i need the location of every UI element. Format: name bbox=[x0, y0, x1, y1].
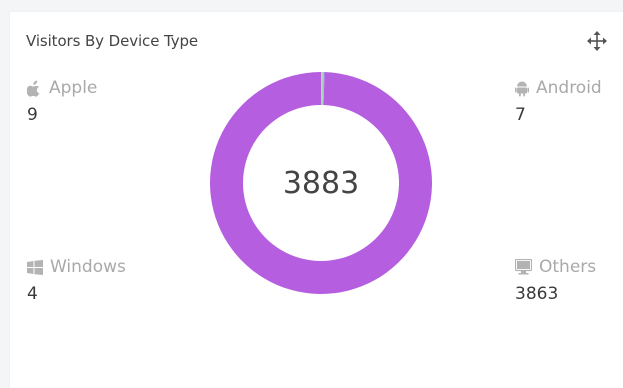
metric-android-label-row: Android bbox=[515, 78, 602, 98]
metric-others: Others 3863 bbox=[515, 257, 596, 304]
metric-apple-label-row: Apple bbox=[27, 78, 97, 98]
metric-android-value: 7 bbox=[515, 105, 526, 125]
device-donut-chart bbox=[210, 72, 432, 294]
apple-icon bbox=[27, 80, 40, 97]
metric-windows-value: 4 bbox=[27, 284, 38, 304]
metric-others-label: Others bbox=[539, 257, 597, 277]
metric-apple: Apple 9 bbox=[27, 78, 97, 125]
metric-apple-value: 9 bbox=[27, 105, 38, 125]
metric-apple-label: Apple bbox=[49, 78, 98, 98]
monitor-icon bbox=[515, 259, 532, 275]
metric-windows-label: Windows bbox=[50, 257, 126, 277]
windows-icon bbox=[27, 259, 43, 275]
visitors-by-device-card: Visitors By Device Type Apple 9 Android … bbox=[10, 12, 623, 388]
metric-android: Android 7 bbox=[515, 78, 602, 125]
move-arrows-icon[interactable] bbox=[586, 30, 608, 52]
donut-slice-others[interactable] bbox=[210, 72, 432, 294]
android-icon bbox=[515, 81, 529, 96]
metric-others-value: 3863 bbox=[515, 284, 559, 304]
metric-others-label-row: Others bbox=[515, 257, 596, 277]
metric-windows: Windows 4 bbox=[27, 257, 126, 304]
metric-android-label: Android bbox=[536, 78, 602, 98]
metric-windows-label-row: Windows bbox=[27, 257, 126, 277]
card-title: Visitors By Device Type bbox=[26, 32, 199, 50]
